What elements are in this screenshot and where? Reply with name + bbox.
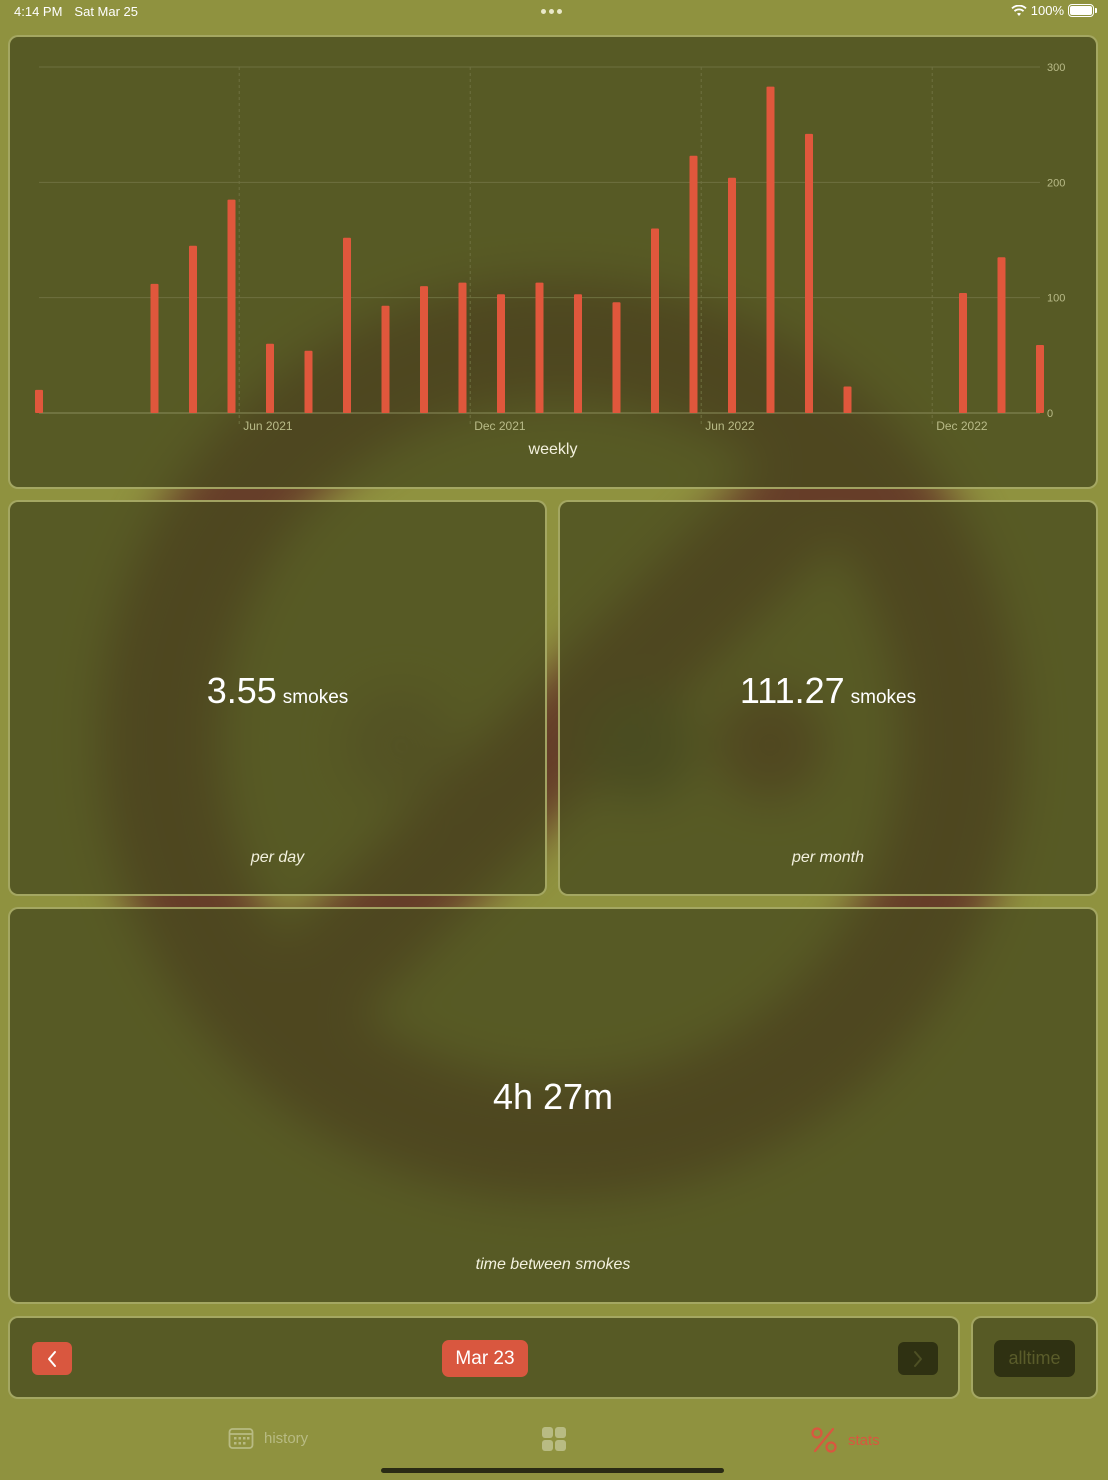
current-date-button[interactable]: Mar 23 bbox=[442, 1340, 528, 1377]
chevron-right-icon bbox=[914, 1350, 922, 1367]
status-date: Sat Mar 25 bbox=[74, 4, 139, 19]
chevron-left-icon bbox=[48, 1350, 56, 1367]
next-period-button[interactable] bbox=[898, 1342, 938, 1375]
chart-bar bbox=[35, 389, 43, 413]
chart-bar bbox=[843, 386, 852, 413]
y-tick-label: 0 bbox=[1047, 408, 1053, 420]
time-between-caption: time between smokes bbox=[475, 1256, 631, 1273]
per-day-caption: per day bbox=[250, 849, 305, 866]
chart-bar bbox=[304, 350, 313, 413]
chart-bar bbox=[381, 305, 390, 413]
battery-icon bbox=[1068, 4, 1097, 17]
x-tick-label: Jun 2021 bbox=[243, 419, 293, 433]
chart-bar bbox=[689, 155, 698, 413]
chart-bar bbox=[651, 228, 659, 413]
alltime-button[interactable]: alltime bbox=[994, 1340, 1075, 1377]
chart-bar bbox=[343, 237, 351, 413]
chart-bar bbox=[535, 282, 544, 413]
x-tick-label: Dec 2021 bbox=[474, 419, 526, 433]
tab-overview[interactable] bbox=[541, 1426, 567, 1452]
alltime-card: alltime bbox=[971, 1316, 1098, 1399]
chart-bar bbox=[997, 257, 1006, 413]
chart-bar bbox=[574, 294, 582, 413]
x-tick-label: Jun 2022 bbox=[705, 419, 755, 433]
time-between-value: 4h 27m bbox=[10, 1076, 1096, 1118]
date-navigation-card: Mar 23 bbox=[8, 1316, 960, 1399]
status-time: 4:14 PM bbox=[14, 4, 63, 19]
tab-stats-label: stats bbox=[848, 1431, 880, 1449]
chart-bar bbox=[189, 245, 197, 413]
y-tick-label: 200 bbox=[1047, 177, 1065, 189]
chart-bar bbox=[227, 199, 236, 413]
y-tick-label: 100 bbox=[1047, 293, 1065, 305]
tab-stats[interactable]: stats bbox=[810, 1426, 880, 1454]
per-day-number: 3.55 bbox=[206, 670, 277, 711]
battery-percent: 100% bbox=[1030, 3, 1064, 18]
chart-bar bbox=[150, 283, 159, 413]
weekly-chart-card: 0 100 200 300 Jun 2021 Dec 2021 Jun 2022 Dec 20… bbox=[8, 35, 1098, 489]
previous-period-button[interactable] bbox=[32, 1342, 72, 1375]
weekly-bar-chart: 0 100 200 300 Jun 2021 Dec 2021 Jun 2022 Dec 20… bbox=[35, 62, 1065, 433]
grid-icon bbox=[542, 1427, 566, 1451]
chart-bar bbox=[805, 133, 813, 413]
chart-bar bbox=[458, 282, 467, 413]
multitasking-dots-icon[interactable] bbox=[541, 9, 562, 14]
chart-bar bbox=[420, 286, 428, 413]
status-bar: 4:14 PM Sat Mar 25 100% bbox=[0, 0, 1108, 24]
per-day-unit: smokes bbox=[282, 687, 349, 708]
chart-bar bbox=[612, 302, 621, 413]
home-indicator bbox=[381, 1468, 724, 1473]
tab-history-label: history bbox=[264, 1429, 309, 1447]
per-month-card: 111.27 smokes per month bbox=[558, 500, 1098, 896]
calendar-icon bbox=[228, 1428, 254, 1449]
wifi-icon bbox=[1011, 4, 1027, 16]
per-month-number: 111.27 bbox=[739, 670, 845, 711]
per-month-caption: per month bbox=[791, 849, 865, 866]
chart-bar bbox=[1036, 344, 1044, 413]
chart-bar bbox=[766, 86, 775, 414]
per-month-unit: smokes bbox=[850, 687, 917, 708]
percent-icon bbox=[811, 1427, 837, 1453]
tab-history[interactable]: history bbox=[228, 1426, 308, 1450]
chart-bar bbox=[728, 177, 736, 413]
time-between-card: 4h 27m time between smokes bbox=[8, 907, 1098, 1304]
time-between-number: 4h 27m bbox=[492, 1076, 614, 1117]
per-day-card: 3.55 smokes per day bbox=[8, 500, 547, 896]
chart-caption: weekly bbox=[528, 441, 578, 458]
chart-bar bbox=[497, 294, 505, 413]
x-tick-label: Dec 2022 bbox=[936, 419, 988, 433]
per-day-value: 3.55 smokes bbox=[10, 670, 545, 712]
chart-bar bbox=[959, 293, 967, 413]
y-tick-label: 300 bbox=[1047, 62, 1065, 74]
chart-bar bbox=[266, 343, 274, 413]
per-month-value: 111.27 smokes bbox=[560, 670, 1096, 712]
